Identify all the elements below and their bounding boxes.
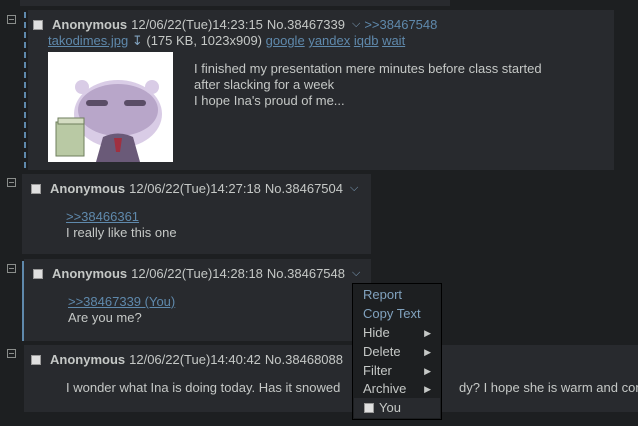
post-datetime: 12/06/22(Tue)14:27:18	[129, 181, 261, 196]
post-number[interactable]: No.38467339	[267, 17, 345, 32]
post-checkbox[interactable]	[31, 354, 41, 365]
menu-item-label: Delete	[363, 344, 401, 359]
post-message: I wonder what Ina is doing today. Has it…	[66, 380, 340, 396]
poster-name: Anonymous	[52, 266, 128, 281]
message-line: I really like this one	[66, 225, 177, 240]
you-label: You	[379, 400, 401, 415]
post-number[interactable]: No.38467548	[267, 266, 345, 281]
menu-item-hide[interactable]: Hide ▶	[363, 325, 437, 340]
menu-item-archive[interactable]: Archive ▶	[363, 381, 437, 396]
post-message: >>38467339 (You) Are you me?	[68, 294, 175, 326]
submenu-arrow-icon: ▶	[424, 328, 431, 338]
hide-post-button[interactable]	[7, 15, 16, 24]
file-meta: (175 KB, 1023x909)	[146, 33, 263, 48]
post-message-tail: dy? I hope she is warm and com	[459, 380, 638, 396]
post-info: Anonymous 12/06/22(Tue)14:23:15 No.38467…	[33, 17, 437, 32]
post-info: Anonymous 12/06/22(Tue)14:40:42 No.38468…	[31, 352, 343, 367]
post-38467504: Anonymous 12/06/22(Tue)14:27:18 No.38467…	[22, 174, 371, 254]
post-message: I finished my presentation mere minutes …	[194, 61, 542, 109]
post-checkbox[interactable]	[33, 268, 43, 279]
post-info: Anonymous 12/06/22(Tue)14:27:18 No.38467…	[31, 181, 358, 196]
post-datetime: 12/06/22(Tue)14:28:18	[131, 266, 263, 281]
post-38467548: Anonymous 12/06/22(Tue)14:28:18 No.38467…	[24, 259, 371, 341]
you-checkbox[interactable]	[364, 403, 374, 413]
post-context-menu: Report Copy Text Hide ▶ Delete ▶ Filter …	[352, 283, 442, 420]
menu-item-label: Archive	[363, 381, 407, 396]
submenu-arrow-icon: ▶	[424, 366, 431, 376]
submenu-arrow-icon: ▶	[424, 384, 431, 394]
chevron-down-icon[interactable]: ⌵	[350, 182, 358, 195]
chevron-down-icon[interactable]: ⌵	[352, 267, 360, 280]
backlink[interactable]: >>38467548	[364, 17, 437, 32]
hide-post-button[interactable]	[7, 178, 16, 187]
poster-name: Anonymous	[52, 17, 128, 32]
download-icon[interactable]: ↧	[132, 33, 143, 48]
message-line: I wonder what Ina is doing today. Has it…	[66, 380, 341, 395]
post-message: >>38466361 I really like this one	[66, 209, 177, 241]
post-checkbox[interactable]	[31, 183, 41, 194]
message-line: I finished my presentation mere minutes …	[194, 61, 542, 76]
poster-name: Anonymous	[50, 181, 126, 196]
file-name-link[interactable]: takodimes.jpg	[48, 33, 128, 48]
file-info: takodimes.jpg ↧ (175 KB, 1023x909) googl…	[48, 33, 405, 49]
message-line: I hope Ina's proud of me...	[194, 93, 345, 108]
post-38467339: Anonymous 12/06/22(Tue)14:23:15 No.38467…	[28, 10, 614, 170]
highlight-dashed-border	[24, 12, 26, 168]
post-info: Anonymous 12/06/22(Tue)14:28:18 No.38467…	[33, 266, 360, 281]
post-thumbnail-image[interactable]	[48, 52, 173, 162]
menu-item-report[interactable]: Report	[363, 287, 402, 302]
quote-link[interactable]: >>38467339 (You)	[68, 294, 175, 310]
menu-item-label: Hide	[363, 325, 390, 340]
menu-item-label: Filter	[363, 363, 392, 378]
hide-post-button[interactable]	[7, 349, 16, 358]
search-google-link[interactable]: google	[266, 33, 305, 48]
message-line: after slacking for a week	[194, 77, 335, 92]
post-number[interactable]: No.38468088	[265, 352, 343, 367]
menu-item-filter[interactable]: Filter ▶	[363, 363, 437, 378]
menu-item-delete[interactable]: Delete ▶	[363, 344, 437, 359]
poster-name: Anonymous	[50, 352, 126, 367]
post-38468088: Anonymous 12/06/22(Tue)14:40:42 No.38468…	[24, 345, 638, 412]
post-datetime: 12/06/22(Tue)14:40:42	[129, 352, 261, 367]
top-bar	[20, 0, 450, 6]
message-line: dy? I hope she is warm and com	[459, 380, 638, 395]
search-iqdb-link[interactable]: iqdb	[354, 33, 379, 48]
chevron-down-icon[interactable]: ⌵	[352, 18, 360, 31]
menu-item-you[interactable]: You	[354, 398, 440, 418]
quote-link[interactable]: >>38466361	[66, 209, 177, 225]
hide-post-button[interactable]	[7, 264, 16, 273]
menu-item-copy-text[interactable]: Copy Text	[363, 306, 421, 321]
post-checkbox[interactable]	[33, 19, 43, 30]
search-wait-link[interactable]: wait	[382, 33, 405, 48]
message-line: Are you me?	[68, 310, 142, 325]
post-datetime: 12/06/22(Tue)14:23:15	[131, 17, 263, 32]
post-number[interactable]: No.38467504	[265, 181, 343, 196]
search-yandex-link[interactable]: yandex	[308, 33, 350, 48]
submenu-arrow-icon: ▶	[424, 347, 431, 357]
